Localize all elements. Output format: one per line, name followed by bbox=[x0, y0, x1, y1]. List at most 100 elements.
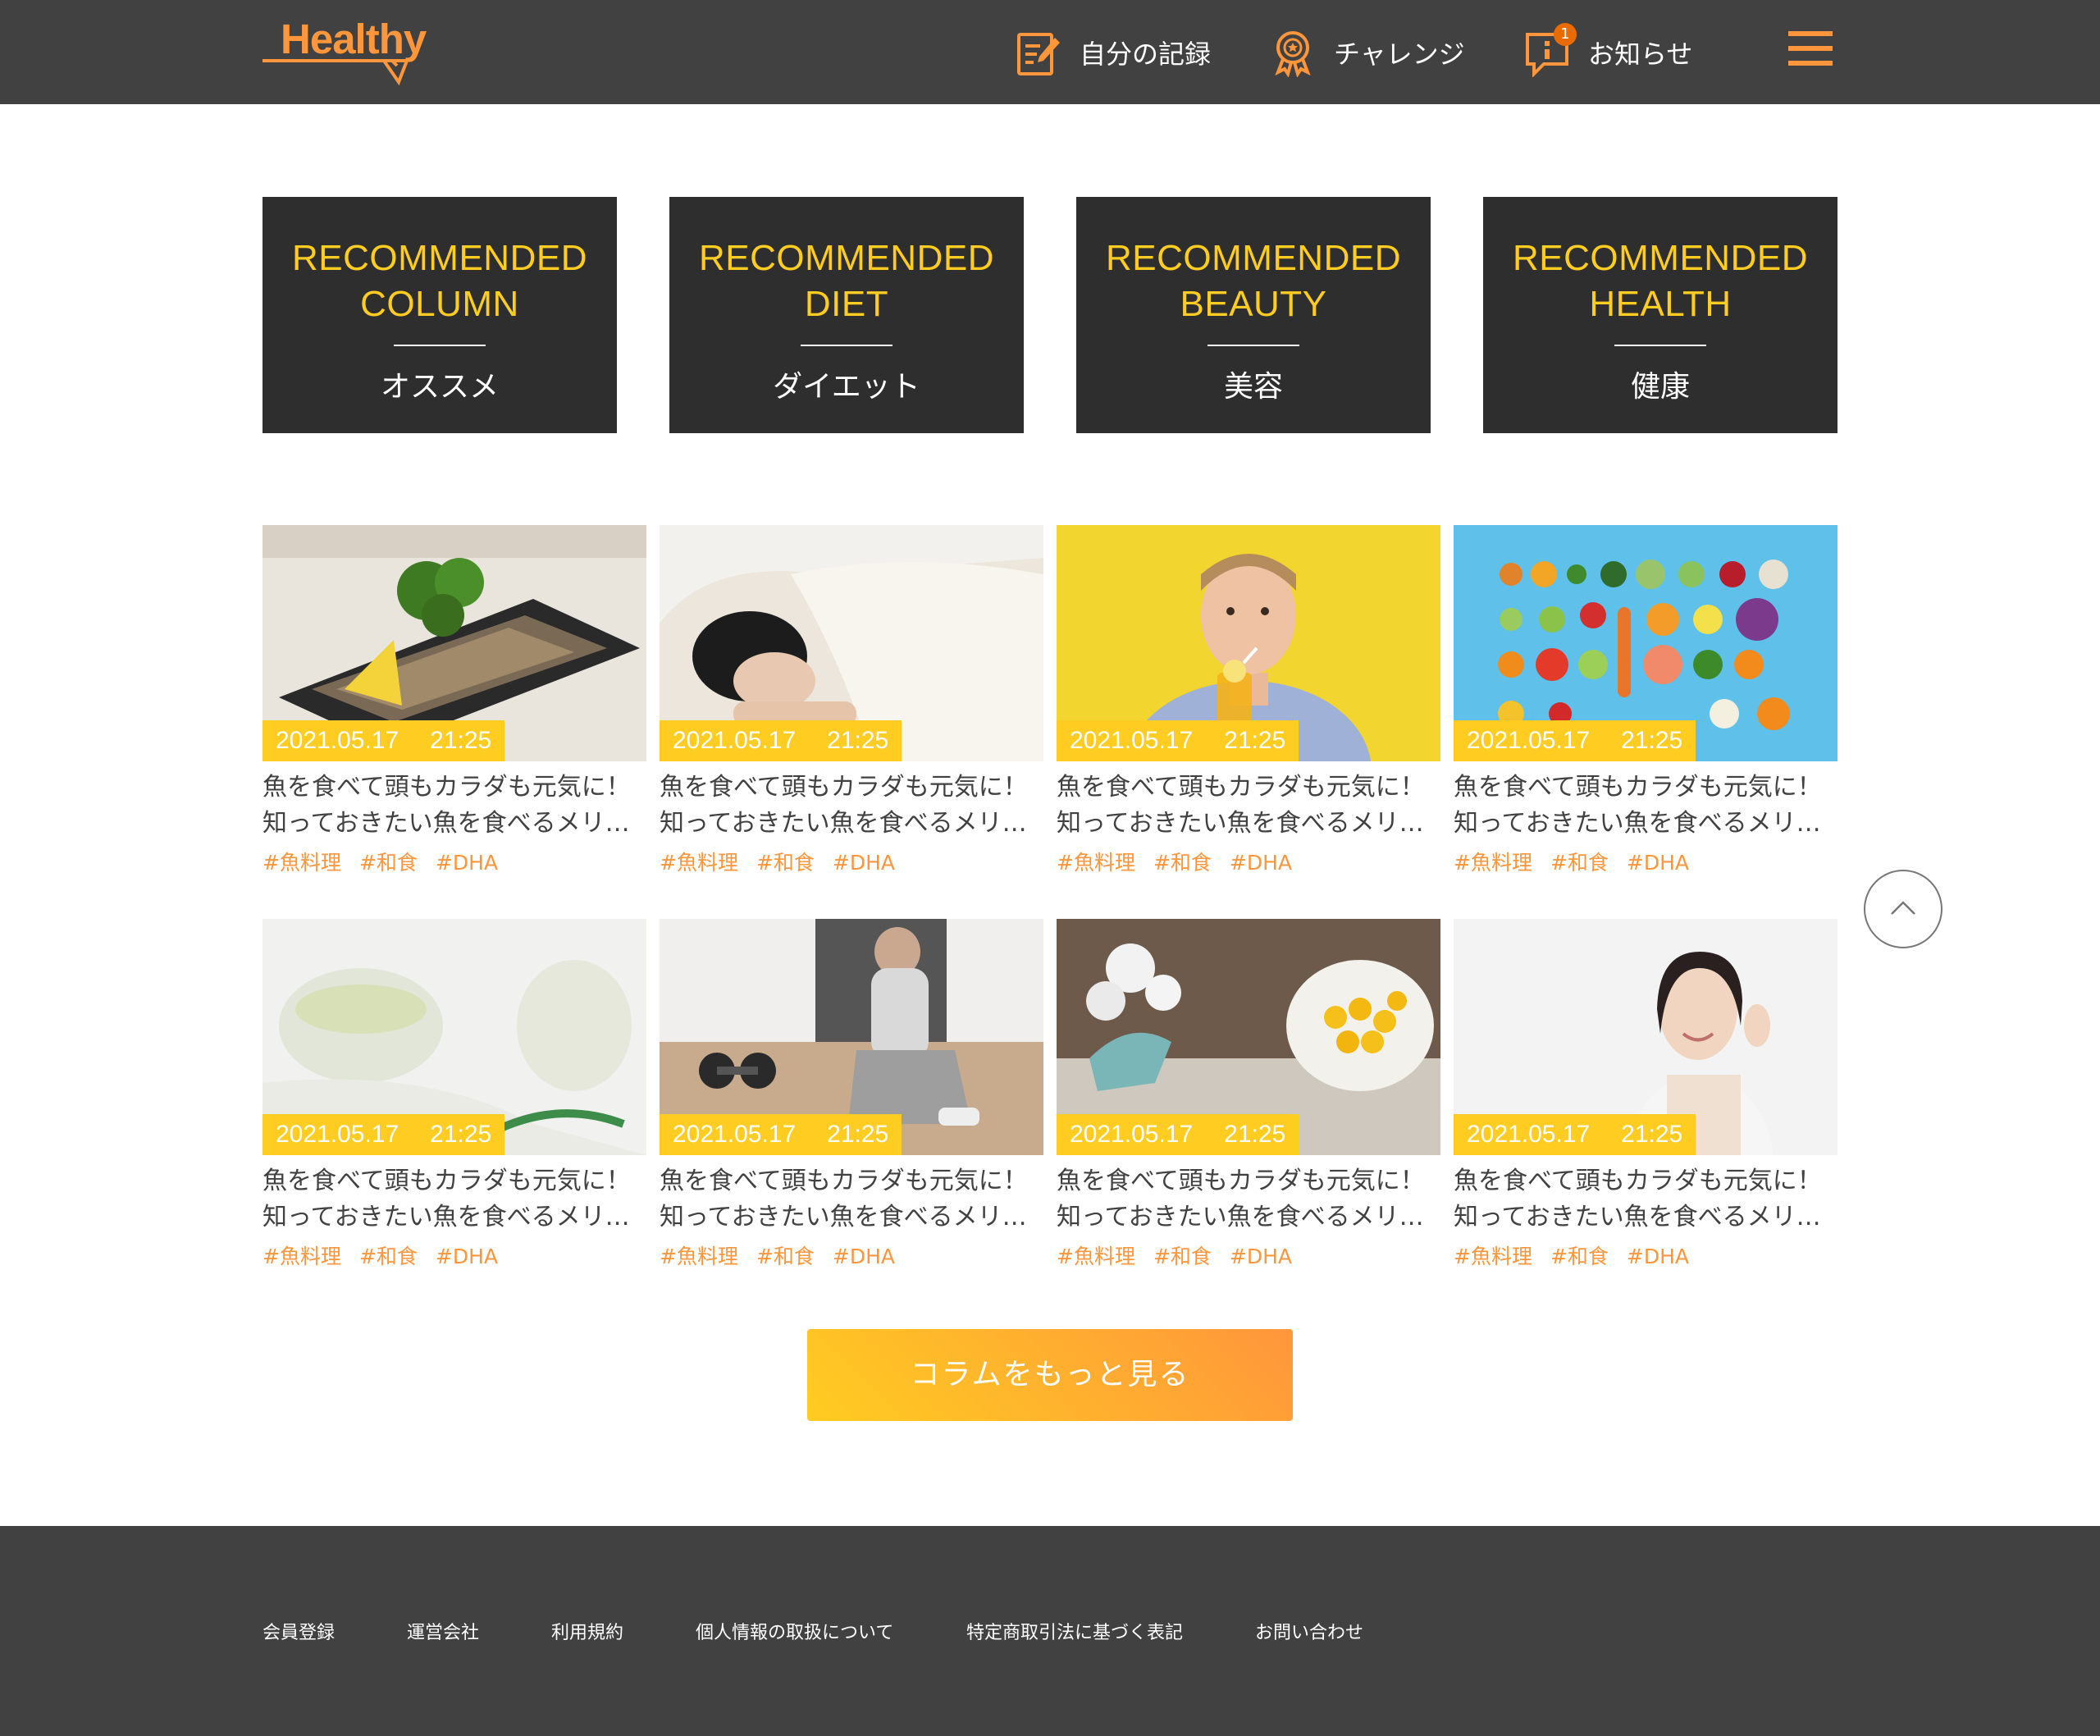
sleeping-woman-photo: 2021.05.17 21:25 bbox=[660, 525, 1043, 761]
footer-link-contact[interactable]: お問い合わせ bbox=[1255, 1618, 1363, 1644]
tag[interactable]: #和食 bbox=[1550, 1245, 1609, 1268]
hamburger-menu-icon[interactable] bbox=[1788, 28, 1834, 69]
tag[interactable]: #和食 bbox=[359, 1245, 418, 1268]
tag[interactable]: #魚料理 bbox=[660, 851, 738, 875]
category-diet[interactable]: RECOMMENDED DIET ダイエット bbox=[669, 197, 1024, 433]
footer-link-terms[interactable]: 利用規約 bbox=[551, 1618, 623, 1644]
article-date-stamp: 2021.05.17 21:25 bbox=[262, 1114, 505, 1155]
category-title: RECOMMENDED DIET bbox=[699, 238, 994, 324]
nav-challenge-label: チャレンジ bbox=[1334, 39, 1465, 70]
tag[interactable]: #魚料理 bbox=[1454, 851, 1532, 875]
article-date-stamp: 2021.05.17 21:25 bbox=[1057, 720, 1299, 761]
article-tags: #魚料理 #和食 #DHA bbox=[1454, 1240, 1707, 1270]
category-column[interactable]: RECOMMENDED COLUMN オススメ bbox=[262, 197, 617, 433]
smiling-woman-photo: 2021.05.17 21:25 bbox=[1454, 919, 1838, 1155]
tag[interactable]: #和食 bbox=[756, 851, 815, 875]
article-card[interactable]: 2021.05.17 21:25 魚を食べて頭もカラダも元気に！ 知っておきたい魚を… bbox=[1454, 525, 1838, 886]
article-date-stamp: 2021.05.17 21:25 bbox=[1454, 1114, 1696, 1155]
category-beauty[interactable]: RECOMMENDED BEAUTY 美容 bbox=[1076, 197, 1431, 433]
nav-my-record[interactable]: 自分の記録 bbox=[1014, 28, 1211, 77]
tag[interactable]: #和食 bbox=[1153, 1245, 1212, 1268]
tag[interactable]: #DHA bbox=[436, 1245, 498, 1268]
article-title[interactable]: 魚を食べて頭もカラダも元気に！ 知っておきたい魚を食べるメリ… bbox=[1454, 770, 1838, 842]
article-card[interactable]: 2021.05.17 21:25 魚を食べて頭もカラダも元気に！ 知っておきたい魚を… bbox=[660, 919, 1043, 1280]
tag[interactable]: #魚料理 bbox=[660, 1245, 738, 1268]
supplement-capsules-photo: 2021.05.17 21:25 bbox=[1057, 919, 1440, 1155]
article-title[interactable]: 魚を食べて頭もカラダも元気に！ 知っておきたい魚を食べるメリ… bbox=[1057, 770, 1440, 842]
category-subtitle: 美容 bbox=[1223, 370, 1283, 404]
tag[interactable]: #和食 bbox=[359, 851, 418, 875]
tag[interactable]: #魚料理 bbox=[1057, 851, 1135, 875]
article-card[interactable]: 2021.05.17 21:25 魚を食べて頭もカラダも元気に！ 知っておきたい魚を… bbox=[1454, 919, 1838, 1280]
tag[interactable]: #和食 bbox=[756, 1245, 815, 1268]
healthy-logo[interactable]: Healthy bbox=[261, 15, 443, 87]
article-title[interactable]: 魚を食べて頭もカラダも元気に！ 知っておきたい魚を食べるメリ… bbox=[660, 1163, 1043, 1236]
nav-my-record-label: 自分の記録 bbox=[1080, 39, 1212, 70]
logo-text: Healthy bbox=[281, 16, 427, 62]
more-columns-button[interactable]: コラムをもっと見る bbox=[807, 1329, 1293, 1421]
footer-link-company[interactable]: 運営会社 bbox=[407, 1618, 479, 1644]
category-subtitle: オススメ bbox=[380, 370, 499, 404]
article-title[interactable]: 魚を食べて頭もカラダも元気に！ 知っておきたい魚を食べるメリ… bbox=[1057, 1163, 1440, 1236]
category-divider bbox=[1614, 345, 1706, 346]
category-health[interactable]: RECOMMENDED HEALTH 健康 bbox=[1483, 197, 1838, 433]
tag[interactable]: #DHA bbox=[436, 851, 498, 875]
category-subtitle: 健康 bbox=[1630, 370, 1690, 404]
vegetables-fruits-photo: 2021.05.17 21:25 bbox=[1454, 525, 1838, 761]
tag[interactable]: #DHA bbox=[1230, 851, 1292, 875]
footer-link-privacy[interactable]: 個人情報の取扱について bbox=[696, 1618, 893, 1644]
tag[interactable]: #DHA bbox=[1230, 1245, 1292, 1268]
article-date-stamp: 2021.05.17 21:25 bbox=[1057, 1114, 1299, 1155]
chevron-up-icon bbox=[1891, 901, 1915, 915]
article-title[interactable]: 魚を食べて頭もカラダも元気に！ 知っておきたい魚を食べるメリ… bbox=[262, 1163, 646, 1236]
article-card[interactable]: 2021.05.17 21:25 魚を食べて頭もカラダも元気に！ 知っておきたい魚を… bbox=[1057, 919, 1440, 1280]
article-date-stamp: 2021.05.17 21:25 bbox=[262, 720, 505, 761]
article-title[interactable]: 魚を食べて頭もカラダも元気に！ 知っておきたい魚を食べるメリ… bbox=[660, 770, 1043, 842]
article-tags: #魚料理 #和食 #DHA bbox=[1454, 847, 1707, 876]
tag[interactable]: #魚料理 bbox=[1057, 1245, 1135, 1268]
man-drinking-juice-photo: 2021.05.17 21:25 bbox=[1057, 525, 1440, 761]
challenge-medal-icon bbox=[1268, 28, 1317, 78]
article-title[interactable]: 魚を食べて頭もカラダも元気に！ 知っておきたい魚を食べるメリ… bbox=[1454, 1163, 1838, 1236]
article-tags: #魚料理 #和食 #DHA bbox=[262, 1240, 516, 1270]
notice-badge: 1 bbox=[1554, 23, 1577, 46]
footer-link-commerce-act[interactable]: 特定商取引法に基づく表記 bbox=[966, 1618, 1183, 1644]
article-date-stamp: 2021.05.17 21:25 bbox=[1454, 720, 1696, 761]
site-footer: 会員登録 運営会社 利用規約 個人情報の取扱について 特定商取引法に基づく表記 … bbox=[0, 1526, 2100, 1736]
tag[interactable]: #DHA bbox=[833, 851, 895, 875]
herbal-tea-photo: 2021.05.17 21:25 bbox=[262, 919, 646, 1155]
scroll-top-button[interactable] bbox=[1864, 870, 1942, 948]
article-tags: #魚料理 #和食 #DHA bbox=[660, 1240, 913, 1270]
category-divider bbox=[1208, 345, 1299, 346]
article-title[interactable]: 魚を食べて頭もカラダも元気に！ 知っておきたい魚を食べるメリ… bbox=[262, 770, 646, 842]
nav-challenge[interactable]: チャレンジ bbox=[1268, 28, 1465, 78]
category-title: RECOMMENDED BEAUTY bbox=[1106, 238, 1401, 324]
category-subtitle: ダイエット bbox=[773, 370, 920, 404]
article-tags: #魚料理 #和食 #DHA bbox=[262, 847, 516, 876]
memo-icon bbox=[1014, 28, 1063, 77]
article-tags: #魚料理 #和食 #DHA bbox=[660, 847, 913, 876]
article-card[interactable]: 2021.05.17 21:25 魚を食べて頭もカラダも元気に！ 知っておきたい魚を… bbox=[262, 525, 646, 886]
info-icon: 1 bbox=[1522, 23, 1577, 78]
article-tags: #魚料理 #和食 #DHA bbox=[1057, 847, 1310, 876]
article-date-stamp: 2021.05.17 21:25 bbox=[660, 1114, 902, 1155]
article-card[interactable]: 2021.05.17 21:25 魚を食べて頭もカラダも元気に！ 知っておきたい魚を… bbox=[660, 525, 1043, 886]
category-divider bbox=[394, 345, 486, 346]
article-card[interactable]: 2021.05.17 21:25 魚を食べて頭もカラダも元気に！ 知っておきたい魚を… bbox=[262, 919, 646, 1280]
tag[interactable]: #和食 bbox=[1153, 851, 1212, 875]
nav-notice-label: お知らせ bbox=[1588, 39, 1693, 70]
article-card[interactable]: 2021.05.17 21:25 魚を食べて頭もカラダも元気に！ 知っておきたい魚を… bbox=[1057, 525, 1440, 886]
nav-notice[interactable]: 1 お知らせ bbox=[1522, 23, 1693, 78]
footer-link-register[interactable]: 会員登録 bbox=[262, 1618, 335, 1644]
tag[interactable]: #魚料理 bbox=[262, 851, 341, 875]
tag[interactable]: #和食 bbox=[1550, 851, 1609, 875]
tag[interactable]: #DHA bbox=[1627, 1245, 1689, 1268]
site-header: Healthy 自分の記録 チャレンジ 1 お知らせ bbox=[0, 0, 2100, 104]
tag[interactable]: #DHA bbox=[833, 1245, 895, 1268]
category-title: RECOMMENDED HEALTH bbox=[1513, 238, 1808, 324]
category-divider bbox=[801, 345, 892, 346]
tag[interactable]: #DHA bbox=[1627, 851, 1689, 875]
fitness-dumbbell-photo: 2021.05.17 21:25 bbox=[660, 919, 1043, 1155]
tag[interactable]: #魚料理 bbox=[1454, 1245, 1532, 1268]
tag[interactable]: #魚料理 bbox=[262, 1245, 341, 1268]
